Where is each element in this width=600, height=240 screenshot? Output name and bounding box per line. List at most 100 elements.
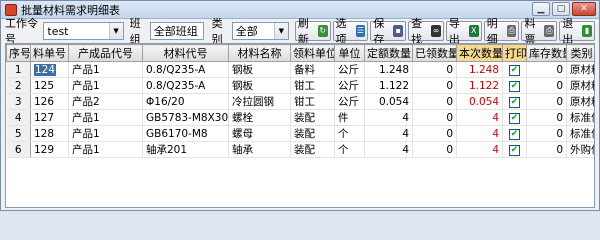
row-name[interactable]: 钢板 [228, 61, 291, 78]
row-quota[interactable]: 1.248 [364, 61, 413, 78]
row-quota[interactable]: 4 [364, 109, 413, 126]
row-order[interactable]: 124 [30, 61, 69, 78]
row-name[interactable]: 螺母 [228, 125, 291, 142]
print-checkbox[interactable]: ✔ [509, 129, 520, 140]
chevron-down-icon[interactable]: ▼ [273, 23, 288, 39]
row-dept[interactable]: 装配 [290, 109, 335, 126]
row-category[interactable]: 原材料 [566, 93, 594, 110]
table-row[interactable]: 3 126 产品2 Φ16/20 冷拉圆钢 钳工 公斤 0.054 0 0.05… [6, 93, 594, 110]
export-button[interactable]: 导出 X [445, 17, 482, 46]
row-category[interactable]: 原材料 [566, 77, 594, 94]
table-row[interactable]: 2 125 产品1 0.8/Q235-A 钢板 钳工 公斤 1.122 0 1.… [6, 77, 594, 94]
minimize-button[interactable]: ▁ [532, 2, 550, 16]
detail-button[interactable]: 明细 ⎙ [483, 17, 520, 46]
table-row[interactable]: 6 129 产品1 轴承201 轴承 装配 个 4 0 4 ✔ 0 外购件 [6, 141, 594, 158]
row-unit[interactable]: 公斤 [334, 61, 365, 78]
column-header-category[interactable]: 类别 [566, 44, 594, 62]
row-print[interactable]: ✔ [502, 93, 527, 110]
row-order[interactable]: 128 [30, 125, 69, 142]
column-header-code[interactable]: 材料代号 [142, 44, 229, 62]
column-header-current[interactable]: 本次数量 [456, 44, 503, 62]
row-product[interactable]: 产品1 [68, 109, 143, 126]
options-button[interactable]: 选项 ☰ [332, 17, 369, 46]
row-order[interactable]: 125 [30, 77, 69, 94]
row-category[interactable]: 标准件 [566, 109, 594, 126]
maximize-button[interactable]: □ [552, 2, 570, 16]
print-checkbox[interactable]: ✔ [509, 113, 520, 124]
row-received[interactable]: 0 [412, 141, 457, 158]
category-select[interactable]: 全部 ▼ [231, 22, 289, 40]
table-row[interactable]: 1 124 产品1 0.8/Q235-A 钢板 备料 公斤 1.248 0 1.… [6, 61, 594, 78]
column-header-unit[interactable]: 单位 [334, 44, 365, 62]
work-order-select[interactable]: test ▼ [43, 22, 124, 40]
material-grid[interactable]: 序号 料单号 产成品代号 材料代号 材料名称 领料单位 单位 定额数量 已领数量… [5, 43, 595, 208]
print-checkbox[interactable]: ✔ [509, 81, 520, 92]
row-received[interactable]: 0 [412, 61, 457, 78]
row-received[interactable]: 0 [412, 125, 457, 142]
column-header-name[interactable]: 材料名称 [228, 44, 291, 62]
row-unit[interactable]: 个 [334, 125, 365, 142]
row-received[interactable]: 0 [412, 77, 457, 94]
row-name[interactable]: 轴承 [228, 141, 291, 158]
table-row[interactable]: 4 127 产品1 GB5783-M8X30 螺栓 装配 件 4 0 4 ✔ 0… [6, 109, 594, 126]
row-unit[interactable]: 公斤 [334, 93, 365, 110]
row-code[interactable]: 0.8/Q235-A [142, 61, 229, 78]
row-name[interactable]: 螺栓 [228, 109, 291, 126]
column-header-product[interactable]: 产成品代号 [68, 44, 143, 62]
row-current[interactable]: 1.122 [456, 77, 503, 94]
row-print[interactable]: ✔ [502, 141, 527, 158]
row-current[interactable]: 4 [456, 125, 503, 142]
row-current[interactable]: 4 [456, 109, 503, 126]
row-stock[interactable]: 0 [526, 61, 567, 78]
print-checkbox[interactable]: ✔ [509, 65, 520, 76]
row-dept[interactable]: 钳工 [290, 77, 335, 94]
row-order[interactable]: 127 [30, 109, 69, 126]
column-header-seq[interactable]: 序号 [6, 44, 31, 62]
exit-button[interactable]: 退出 ▮ [559, 17, 595, 46]
row-order[interactable]: 129 [30, 141, 69, 158]
row-product[interactable]: 产品1 [68, 61, 143, 78]
row-stock[interactable]: 0 [526, 141, 567, 158]
row-print[interactable]: ✔ [502, 109, 527, 126]
row-dept[interactable]: 钳工 [290, 93, 335, 110]
print-checkbox[interactable]: ✔ [509, 97, 520, 108]
find-button[interactable]: 查找 ∞ [408, 17, 444, 46]
team-select[interactable]: 全部班组 [149, 22, 204, 40]
row-stock[interactable]: 0 [526, 109, 567, 126]
row-received[interactable]: 0 [412, 93, 457, 110]
row-dept[interactable]: 备料 [290, 61, 335, 78]
column-header-received[interactable]: 已领数量 [412, 44, 457, 62]
row-product[interactable]: 产品1 [68, 77, 143, 94]
column-header-order[interactable]: 料单号 [30, 44, 69, 62]
column-header-print[interactable]: 打印 [502, 44, 527, 62]
row-product[interactable]: 产品1 [68, 125, 143, 142]
row-unit[interactable]: 公斤 [334, 77, 365, 94]
close-button[interactable]: ✕ [572, 2, 596, 16]
row-code[interactable]: GB6170-M8 [142, 125, 229, 142]
row-quota[interactable]: 1.122 [364, 77, 413, 94]
row-product[interactable]: 产品1 [68, 141, 143, 158]
row-unit[interactable]: 件 [334, 109, 365, 126]
row-quota[interactable]: 4 [364, 141, 413, 158]
row-category[interactable]: 外购件 [566, 141, 594, 158]
table-row[interactable]: 5 128 产品1 GB6170-M8 螺母 装配 个 4 0 4 ✔ 0 标准… [6, 125, 594, 142]
ticket-button[interactable]: 料票 ⎙ [521, 17, 558, 46]
row-category[interactable]: 原材料 [566, 61, 594, 78]
row-order[interactable]: 126 [30, 93, 69, 110]
row-quota[interactable]: 0.054 [364, 93, 413, 110]
row-print[interactable]: ✔ [502, 61, 527, 78]
row-unit[interactable]: 个 [334, 141, 365, 158]
row-code[interactable]: Φ16/20 [142, 93, 229, 110]
chevron-down-icon[interactable]: ▼ [108, 23, 123, 39]
row-name[interactable]: 冷拉圆钢 [228, 93, 291, 110]
row-current[interactable]: 4 [456, 141, 503, 158]
row-current[interactable]: 1.248 [456, 61, 503, 78]
row-dept[interactable]: 装配 [290, 125, 335, 142]
row-stock[interactable]: 0 [526, 77, 567, 94]
column-header-dept[interactable]: 领料单位 [290, 44, 335, 62]
save-button[interactable]: 保存 ▪ [370, 17, 407, 46]
row-dept[interactable]: 装配 [290, 141, 335, 158]
row-current[interactable]: 0.054 [456, 93, 503, 110]
row-product[interactable]: 产品2 [68, 93, 143, 110]
row-category[interactable]: 标准件 [566, 125, 594, 142]
